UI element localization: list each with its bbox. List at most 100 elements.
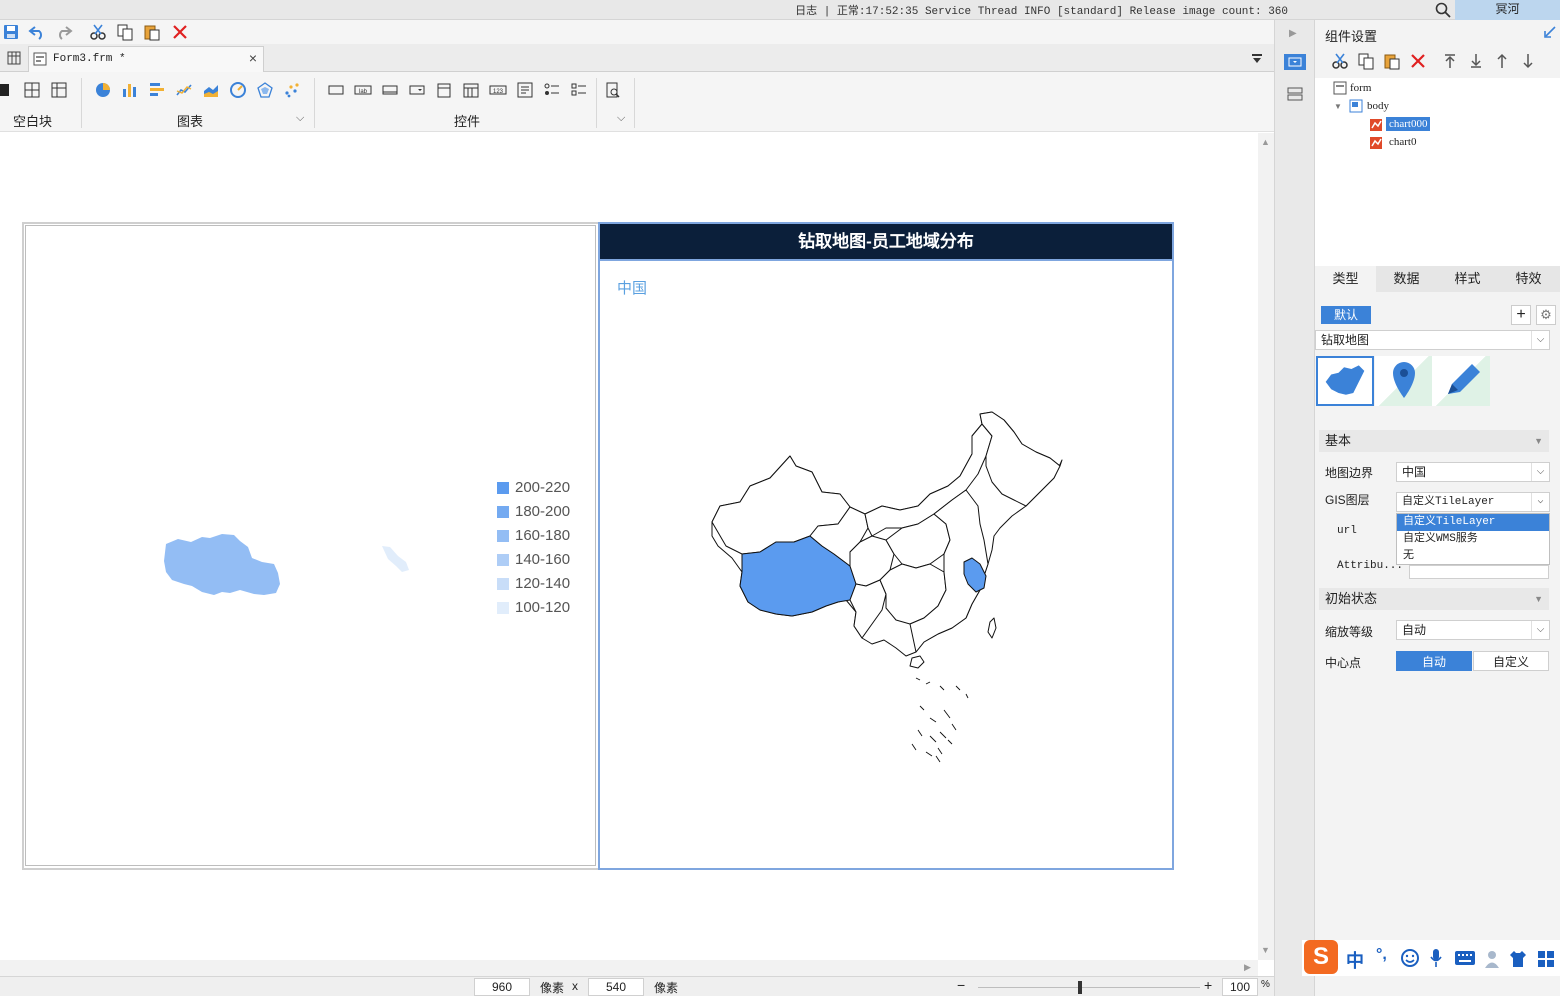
tree-node-chart000[interactable]: chart000 xyxy=(1386,117,1431,131)
zoom-slider-thumb[interactable] xyxy=(1078,981,1082,994)
tree-node-body[interactable]: body xyxy=(1367,100,1389,112)
collapse-arrow-icon[interactable]: ▶ xyxy=(1289,28,1297,39)
move-top-icon[interactable] xyxy=(1441,52,1459,70)
undo-icon[interactable] xyxy=(28,23,46,41)
pie-chart-icon[interactable] xyxy=(94,81,112,99)
number-widget-icon[interactable]: 123 xyxy=(489,81,507,99)
line-chart-icon[interactable] xyxy=(175,81,193,99)
copy-icon[interactable] xyxy=(116,23,134,41)
map-type-region-option[interactable] xyxy=(1316,356,1374,406)
textarea-widget-icon[interactable] xyxy=(516,81,534,99)
horizontal-scrollbar[interactable]: ▶ xyxy=(0,960,1258,976)
sogou-logo-icon[interactable]: S xyxy=(1304,940,1338,974)
map-boundary-select[interactable]: 中国 ⌵ xyxy=(1396,462,1550,482)
search-icon[interactable] xyxy=(1434,1,1452,19)
layout-split-icon[interactable] xyxy=(23,81,41,99)
zoom-value-input[interactable]: 100 xyxy=(1222,978,1258,996)
gis-option-none[interactable]: 无 xyxy=(1397,548,1549,565)
blank-block-icon[interactable] xyxy=(0,81,12,99)
scroll-up-icon[interactable]: ▲ xyxy=(1261,137,1270,147)
tree-node-chart0[interactable]: chart0 xyxy=(1389,136,1416,148)
add-type-button[interactable]: + xyxy=(1511,305,1531,325)
scroll-down-icon[interactable]: ▼ xyxy=(1261,945,1270,955)
chart0-map-widget[interactable]: 200-220 180-200 160-180 140-160 120-140 100-1… xyxy=(25,225,596,866)
toolbox-grid-icon[interactable] xyxy=(1536,949,1556,969)
gis-option-wms[interactable]: 自定义WMS服务 xyxy=(1397,531,1549,548)
user-skin-icon[interactable] xyxy=(1484,949,1504,969)
zoom-out-button[interactable]: − xyxy=(957,977,965,993)
ime-language-toggle[interactable]: 中 xyxy=(1346,947,1364,973)
chart-group-expand-icon[interactable]: ⌵ xyxy=(296,112,304,125)
gauge-chart-icon[interactable] xyxy=(229,81,247,99)
tab-menu-icon[interactable] xyxy=(1250,52,1264,66)
tree-node-form[interactable]: form xyxy=(1350,82,1371,94)
widget-group-expand-icon[interactable]: ⌵ xyxy=(617,112,625,125)
emoji-icon[interactable] xyxy=(1400,948,1420,968)
save-icon[interactable] xyxy=(2,23,20,41)
copy-icon[interactable] xyxy=(1357,52,1375,70)
default-type-button[interactable]: 默认 xyxy=(1321,306,1371,324)
move-down-icon[interactable] xyxy=(1519,52,1537,70)
redo-icon[interactable] xyxy=(55,23,73,41)
gear-icon[interactable]: ⚙ xyxy=(1536,305,1556,325)
zoom-in-button[interactable]: + xyxy=(1204,977,1212,993)
date-widget-icon[interactable] xyxy=(435,81,453,99)
map-type-point-option[interactable] xyxy=(1375,356,1433,406)
microphone-icon[interactable] xyxy=(1428,948,1444,968)
gis-layer-dropdown: 自定义TileLayer 自定义WMS服务 无 xyxy=(1396,513,1550,565)
keyboard-icon[interactable] xyxy=(1454,950,1476,966)
rectangle-widget-icon[interactable] xyxy=(327,81,345,99)
paste-icon[interactable] xyxy=(143,23,161,41)
layout-grid-icon[interactable] xyxy=(50,81,68,99)
panel-collapse-icon[interactable] xyxy=(1543,25,1557,39)
tab-data[interactable]: 数据 xyxy=(1376,266,1437,292)
delete-icon[interactable] xyxy=(1409,52,1427,70)
move-bottom-icon[interactable] xyxy=(1467,52,1485,70)
vertical-scrollbar[interactable]: ▲ ▼ xyxy=(1258,133,1274,960)
checkbox-group-icon[interactable] xyxy=(570,81,588,99)
chart000-map-widget[interactable]: 钻取地图-员工地域分布 中国 xyxy=(598,222,1174,870)
ime-punctuation-toggle[interactable]: °, xyxy=(1376,946,1387,964)
chart-type-select[interactable]: 钻取地图 ⌵ xyxy=(1315,330,1550,350)
canvas-height-input[interactable]: 540 xyxy=(588,978,644,996)
grid-view-icon[interactable] xyxy=(6,50,22,66)
tab-type[interactable]: 类型 xyxy=(1315,266,1376,292)
horizontal-bar-icon[interactable] xyxy=(148,81,166,99)
area-chart-icon[interactable] xyxy=(202,81,220,99)
center-auto-button[interactable]: 自动 xyxy=(1396,651,1472,671)
component-settings-icon[interactable] xyxy=(1284,54,1306,70)
paste-icon[interactable] xyxy=(1383,52,1401,70)
dropdown-widget-icon[interactable] xyxy=(408,81,426,99)
gis-option-tilelayer[interactable]: 自定义TileLayer xyxy=(1397,514,1549,531)
gis-layer-select[interactable]: 自定义TileLayer ⌵ xyxy=(1396,492,1550,512)
map-type-custom-option[interactable] xyxy=(1432,356,1490,406)
calendar-widget-icon[interactable] xyxy=(462,81,480,99)
cut-icon[interactable] xyxy=(1331,52,1349,70)
radio-group-icon[interactable] xyxy=(543,81,561,99)
section-initial-state[interactable]: 初始状态 ▼ xyxy=(1319,588,1549,610)
text-input-widget-icon[interactable] xyxy=(381,81,399,99)
query-widget-icon[interactable] xyxy=(604,81,622,99)
attribution-input[interactable] xyxy=(1409,565,1549,579)
section-basic[interactable]: 基本 ▼ xyxy=(1319,430,1549,452)
layout-panel-icon[interactable] xyxy=(1286,86,1304,102)
tab-effects[interactable]: 特效 xyxy=(1498,266,1559,292)
label-widget-icon[interactable]: lab xyxy=(354,81,372,99)
tab-form3[interactable]: Form3.frm * × xyxy=(28,46,264,72)
zoom-level-select[interactable]: 自动 ⌵ xyxy=(1396,620,1550,640)
tree-expand-icon[interactable]: ▼ xyxy=(1334,102,1342,111)
scroll-right-icon[interactable]: ▶ xyxy=(1244,962,1251,973)
delete-icon[interactable] xyxy=(171,23,189,41)
cut-icon[interactable] xyxy=(89,23,107,41)
tab-style[interactable]: 样式 xyxy=(1437,266,1498,292)
move-up-icon[interactable] xyxy=(1493,52,1511,70)
scatter-chart-icon[interactable] xyxy=(283,81,301,99)
user-name[interactable]: 冥河 xyxy=(1455,0,1560,20)
zoom-slider-track[interactable] xyxy=(978,987,1200,988)
shirt-icon[interactable] xyxy=(1508,949,1528,969)
tab-close-button[interactable]: × xyxy=(249,50,257,66)
canvas-width-input[interactable]: 960 xyxy=(474,978,530,996)
bar-chart-icon[interactable] xyxy=(121,81,139,99)
center-custom-button[interactable]: 自定义 xyxy=(1473,651,1549,671)
radar-chart-icon[interactable] xyxy=(256,81,274,99)
